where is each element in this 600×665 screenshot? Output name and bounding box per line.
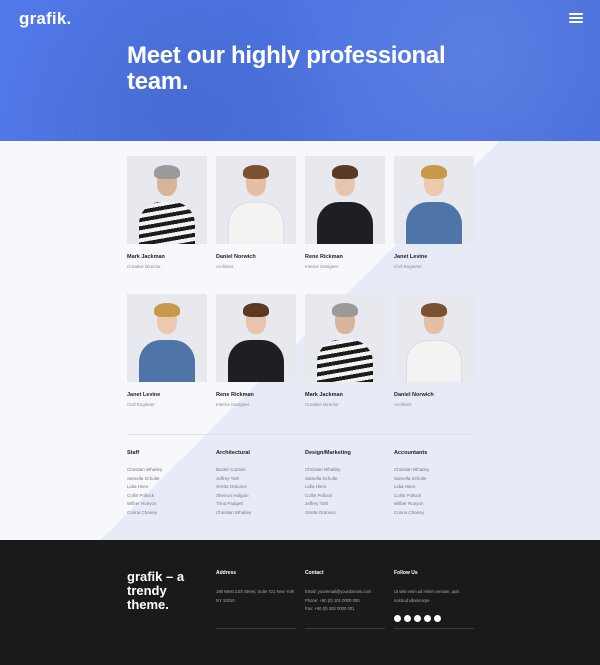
team-card[interactable]: Janet Levine Civil Engineer [394, 156, 474, 269]
department-title: Architectural [216, 450, 250, 456]
dribbble-icon[interactable] [414, 615, 421, 622]
team-member-role: Architect [216, 264, 234, 269]
department-member: Samella Schulte [394, 475, 427, 481]
background-diagonal [0, 141, 600, 540]
footer-address: Address 190 West 21th Street, Suite 721 … [216, 570, 296, 605]
department-member: Lidia Hiers [394, 484, 416, 489]
footer-follow: Follow Us Ut wisi enim ad minim veniam, … [394, 570, 474, 622]
department-member: Christian Whatley [216, 509, 252, 515]
team-card[interactable]: Rene Rickman Interior Designer [216, 294, 296, 407]
department-member: Collin Pollock [394, 492, 422, 498]
team-section [0, 141, 600, 540]
footer-contact-title: Contact [305, 570, 324, 576]
team-member-name: Daniel Norwich [394, 392, 434, 398]
department-member: Trina Padgett [216, 501, 243, 506]
social-links [394, 615, 474, 622]
department-member: Wilber Runyon [127, 501, 157, 506]
footer-address-title: Address [216, 570, 237, 576]
team-member-photo[interactable] [394, 156, 474, 244]
team-member-name: Janet Levine [394, 254, 428, 260]
department-member: Jeffrey Toth [216, 475, 240, 481]
department-title: Design/Marketing [305, 450, 351, 456]
team-member-photo[interactable] [127, 156, 207, 244]
twitter-icon[interactable] [404, 615, 411, 622]
team-member-photo[interactable] [216, 294, 296, 382]
department-member: Christian Whatley [127, 467, 163, 472]
department-member: Buster Cornish [216, 467, 246, 472]
footer-divider [216, 628, 296, 629]
department-member: Corina Chaney [394, 509, 425, 515]
team-card[interactable]: Daniel Norwich Architect [394, 294, 474, 407]
department-member: Lidia Hiers [305, 484, 327, 489]
hamburger-menu-icon[interactable] [569, 13, 583, 24]
department-title: Accountants [394, 450, 428, 456]
team-member-role: Interior Designer [305, 264, 339, 269]
department-member: Gretta Ordonez [216, 484, 248, 489]
team-card[interactable]: Daniel Norwich Architect [216, 156, 296, 269]
team-card[interactable]: Rene Rickman Interior Designer [305, 156, 385, 269]
footer-address-text: 190 West 21th Street, Suite 721 New York… [216, 589, 295, 603]
footer-contact: Contact Email: youremail@yourdomain.com … [305, 570, 385, 614]
footer-follow-text: Ut wisi enim ad minim veniam, quis nostr… [394, 589, 460, 603]
footer: grafik – a trendy theme. Address 190 Wes… [0, 540, 600, 665]
department-member: Christian Whatley [305, 467, 341, 472]
team-card[interactable]: Mark Jackman Creative Director [127, 156, 207, 269]
section-divider [127, 434, 473, 435]
team-member-role: Architect [394, 402, 412, 407]
footer-divider [305, 628, 385, 629]
footer-fax: Fax: +80 (0) 202 0000 001 [305, 606, 355, 611]
department-accountants: Accountants Christian Whatley Samella Sc… [394, 450, 474, 517]
team-member-photo[interactable] [127, 294, 207, 382]
team-member-name: Janet Levine [127, 392, 161, 398]
team-member-name: Daniel Norwich [216, 254, 256, 260]
logo[interactable]: grafik. [19, 9, 71, 29]
team-member-photo[interactable] [394, 294, 474, 382]
team-member-name: Rene Rickman [216, 392, 254, 398]
team-member-name: Mark Jackman [305, 392, 343, 398]
department-member: Gretta Ordonez [305, 509, 337, 515]
department-architectural: Architectural Buster Cornish Jeffrey Tot… [216, 450, 296, 517]
team-member-role: Civil Engineer [127, 402, 155, 407]
department-member: Collin Pollock [127, 492, 155, 498]
footer-tagline: grafik – a trendy theme. [127, 569, 185, 612]
department-member: Lidia Hiers [127, 484, 149, 489]
department-design-marketing: Design/Marketing Christian Whatley Samel… [305, 450, 385, 517]
department-title: Staff [127, 450, 140, 456]
team-member-role: Creative Director [127, 264, 161, 269]
department-member: Collin Pollock [305, 492, 333, 498]
team-member-role: Interior Designer [216, 402, 250, 407]
team-card[interactable]: Mark Jackman Creative Director [305, 294, 385, 407]
department-staff: Staff Christian Whatley Samella Schulte … [127, 450, 207, 517]
instagram-icon[interactable] [424, 615, 431, 622]
footer-follow-title: Follow Us [394, 570, 418, 576]
department-member: Samella Schulte [305, 475, 338, 481]
department-member: Jeffrey Toth [305, 501, 329, 506]
department-member: Christian Whatley [394, 467, 430, 472]
department-member: Samella Schulte [127, 475, 160, 481]
department-member: Corina Chaney [127, 509, 158, 515]
hero-header: grafik. Meet our highly professional tea… [0, 0, 600, 141]
vimeo-icon[interactable] [434, 615, 441, 622]
footer-phone: Phone: +80 (0) 101 0000 000 [305, 597, 360, 603]
team-member-name: Mark Jackman [127, 254, 165, 260]
team-member-role: Creative Director [305, 402, 339, 407]
department-member: Sherron Hulguin [216, 492, 249, 498]
team-member-photo[interactable] [216, 156, 296, 244]
footer-email[interactable]: Email: youremail@yourdomain.com [305, 588, 385, 597]
page-title: Meet our highly professional team. [127, 42, 446, 95]
team-member-name: Rene Rickman [305, 254, 343, 260]
facebook-icon[interactable] [394, 615, 401, 622]
department-member: Wilber Runyon [394, 501, 424, 506]
team-card[interactable]: Janet Levine Civil Engineer [127, 294, 207, 407]
team-member-role: Civil Engineer [394, 264, 422, 269]
team-member-photo[interactable] [305, 294, 385, 382]
footer-divider [394, 628, 474, 629]
team-member-photo[interactable] [305, 156, 385, 244]
